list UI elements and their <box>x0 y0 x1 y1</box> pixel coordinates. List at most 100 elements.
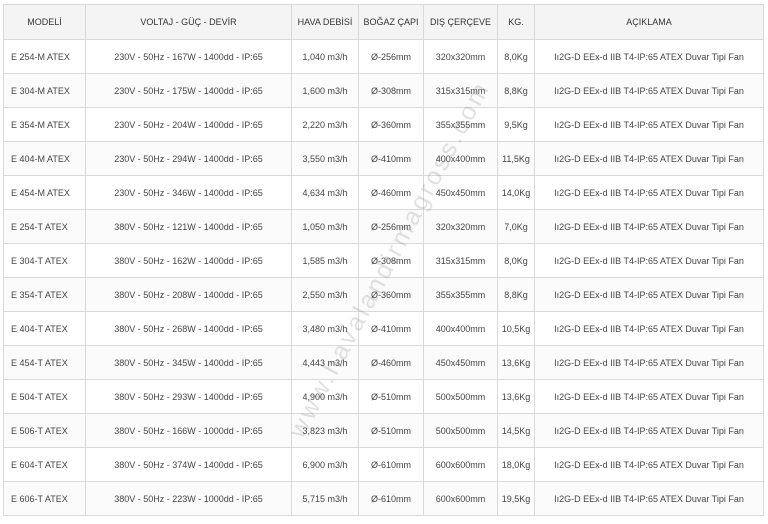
cell-model: E 504-T ATEX <box>3 379 86 414</box>
cell-description: Iı2G-D EEx-d IIB T4-IP:65 ATEX Duvar Tip… <box>534 481 764 516</box>
cell-weight: 14,0Kg <box>497 175 535 210</box>
cell-voltage-power-rpm: 230V - 50Hz - 204W - 1400dd - IP:65 <box>85 107 292 142</box>
cell-voltage-power-rpm: 380V - 50Hz - 268W - 1400dd - IP:65 <box>85 311 292 346</box>
cell-weight: 13,6Kg <box>497 345 535 380</box>
product-spec-table: MODELİ VOLTAJ - GÜÇ - DEVİR HAVA DEBİSİ … <box>3 4 764 516</box>
cell-model: E 404-T ATEX <box>3 311 86 346</box>
cell-airflow: 3,480 m3/h <box>291 311 359 346</box>
table-row: E 354-T ATEX 380V - 50Hz - 208W - 1400dd … <box>3 277 764 312</box>
cell-airflow: 4,900 m3/h <box>291 379 359 414</box>
cell-airflow: 1,040 m3/h <box>291 39 359 74</box>
cell-throat-diameter: Ø-460mm <box>358 175 424 210</box>
cell-description: Iı2G-D EEx-d IIB T4-IP:65 ATEX Duvar Tip… <box>534 345 764 380</box>
cell-weight: 8,0Kg <box>497 39 535 74</box>
cell-outer-frame: 600x600mm <box>423 481 498 516</box>
header-voltage-power-rpm: VOLTAJ - GÜÇ - DEVİR <box>85 4 292 40</box>
table-row: E 354-M ATEX 230V - 50Hz - 204W - 1400dd … <box>3 107 764 142</box>
table-row: E 404-T ATEX 380V - 50Hz - 268W - 1400dd … <box>3 311 764 346</box>
cell-model: E 354-T ATEX <box>3 277 86 312</box>
cell-model: E 304-M ATEX <box>3 73 86 108</box>
cell-outer-frame: 315x315mm <box>423 73 498 108</box>
cell-voltage-power-rpm: 380V - 50Hz - 293W - 1400dd - IP:65 <box>85 379 292 414</box>
cell-voltage-power-rpm: 230V - 50Hz - 346W - 1400dd - IP:65 <box>85 175 292 210</box>
table-row: E 606-T ATEX 380V - 50Hz - 223W - 1000dd … <box>3 481 764 516</box>
header-description: AÇIKLAMA <box>534 4 764 40</box>
cell-description: Iı2G-D EEx-d IIB T4-IP:65 ATEX Duvar Tip… <box>534 141 764 176</box>
table-row: E 254-M ATEX 230V - 50Hz - 167W - 1400dd … <box>3 39 764 74</box>
cell-throat-diameter: Ø-410mm <box>358 141 424 176</box>
cell-throat-diameter: Ø-410mm <box>358 311 424 346</box>
header-throat-diameter: BOĞAZ ÇAPI <box>358 4 424 40</box>
cell-airflow: 6,900 m3/h <box>291 447 359 482</box>
cell-weight: 10,5Kg <box>497 311 535 346</box>
cell-description: Iı2G-D EEx-d IIB T4-IP:65 ATEX Duvar Tip… <box>534 243 764 278</box>
cell-voltage-power-rpm: 380V - 50Hz - 223W - 1000dd - IP:65 <box>85 481 292 516</box>
cell-model: E 506-T ATEX <box>3 413 86 448</box>
cell-model: E 454-M ATEX <box>3 175 86 210</box>
table-row: E 254-T ATEX 380V - 50Hz - 121W - 1400dd … <box>3 209 764 244</box>
table-header-row: MODELİ VOLTAJ - GÜÇ - DEVİR HAVA DEBİSİ … <box>3 4 764 40</box>
cell-weight: 7,0Kg <box>497 209 535 244</box>
cell-voltage-power-rpm: 230V - 50Hz - 175W - 1400dd - IP:65 <box>85 73 292 108</box>
table-row: E 404-M ATEX 230V - 50Hz - 294W - 1400dd … <box>3 141 764 176</box>
cell-throat-diameter: Ø-510mm <box>358 379 424 414</box>
table-row: E 604-T ATEX 380V - 50Hz - 374W - 1400dd … <box>3 447 764 482</box>
header-model: MODELİ <box>3 4 86 40</box>
cell-throat-diameter: Ø-460mm <box>358 345 424 380</box>
cell-description: Iı2G-D EEx-d IIB T4-IP:65 ATEX Duvar Tip… <box>534 311 764 346</box>
cell-description: Iı2G-D EEx-d IIB T4-IP:65 ATEX Duvar Tip… <box>534 447 764 482</box>
table-row: E 506-T ATEX 380V - 50Hz - 166W - 1000dd … <box>3 413 764 448</box>
cell-weight: 14,5Kg <box>497 413 535 448</box>
table-row: E 504-T ATEX 380V - 50Hz - 293W - 1400dd … <box>3 379 764 414</box>
cell-throat-diameter: Ø-308mm <box>358 243 424 278</box>
cell-weight: 11,5Kg <box>497 141 535 176</box>
cell-voltage-power-rpm: 380V - 50Hz - 208W - 1400dd - IP:65 <box>85 277 292 312</box>
cell-weight: 13,6Kg <box>497 379 535 414</box>
cell-throat-diameter: Ø-610mm <box>358 481 424 516</box>
cell-description: Iı2G-D EEx-d IIB T4-IP:65 ATEX Duvar Tip… <box>534 413 764 448</box>
cell-airflow: 3,823 m3/h <box>291 413 359 448</box>
cell-outer-frame: 450x450mm <box>423 175 498 210</box>
cell-voltage-power-rpm: 380V - 50Hz - 166W - 1000dd - IP:65 <box>85 413 292 448</box>
cell-description: Iı2G-D EEx-d IIB T4-IP:65 ATEX Duvar Tip… <box>534 175 764 210</box>
cell-airflow: 3,550 m3/h <box>291 141 359 176</box>
cell-airflow: 5,715 m3/h <box>291 481 359 516</box>
cell-model: E 404-M ATEX <box>3 141 86 176</box>
cell-description: Iı2G-D EEx-d IIB T4-IP:65 ATEX Duvar Tip… <box>534 73 764 108</box>
cell-throat-diameter: Ø-256mm <box>358 39 424 74</box>
header-outer-frame: DIŞ ÇERÇEVE <box>423 4 498 40</box>
cell-voltage-power-rpm: 380V - 50Hz - 374W - 1400dd - IP:65 <box>85 447 292 482</box>
cell-model: E 254-T ATEX <box>3 209 86 244</box>
cell-outer-frame: 500x500mm <box>423 413 498 448</box>
cell-model: E 606-T ATEX <box>3 481 86 516</box>
cell-voltage-power-rpm: 230V - 50Hz - 167W - 1400dd - IP:65 <box>85 39 292 74</box>
cell-throat-diameter: Ø-360mm <box>358 277 424 312</box>
cell-airflow: 4,634 m3/h <box>291 175 359 210</box>
cell-model: E 354-M ATEX <box>3 107 86 142</box>
cell-airflow: 2,550 m3/h <box>291 277 359 312</box>
cell-model: E 454-T ATEX <box>3 345 86 380</box>
table-row: E 454-T ATEX 380V - 50Hz - 345W - 1400dd … <box>3 345 764 380</box>
cell-voltage-power-rpm: 230V - 50Hz - 294W - 1400dd - IP:65 <box>85 141 292 176</box>
cell-airflow: 1,585 m3/h <box>291 243 359 278</box>
cell-outer-frame: 500x500mm <box>423 379 498 414</box>
cell-throat-diameter: Ø-256mm <box>358 209 424 244</box>
header-airflow: HAVA DEBİSİ <box>291 4 359 40</box>
cell-model: E 254-M ATEX <box>3 39 86 74</box>
cell-outer-frame: 600x600mm <box>423 447 498 482</box>
cell-throat-diameter: Ø-308mm <box>358 73 424 108</box>
cell-description: Iı2G-D EEx-d IIB T4-IP:65 ATEX Duvar Tip… <box>534 107 764 142</box>
cell-airflow: 1,600 m3/h <box>291 73 359 108</box>
table-row: E 454-M ATEX 230V - 50Hz - 346W - 1400dd … <box>3 175 764 210</box>
cell-airflow: 4,443 m3/h <box>291 345 359 380</box>
cell-description: Iı2G-D EEx-d IIB T4-IP:65 ATEX Duvar Tip… <box>534 379 764 414</box>
cell-throat-diameter: Ø-610mm <box>358 447 424 482</box>
cell-outer-frame: 450x450mm <box>423 345 498 380</box>
table-row: E 304-M ATEX 230V - 50Hz - 175W - 1400dd … <box>3 73 764 108</box>
cell-throat-diameter: Ø-510mm <box>358 413 424 448</box>
cell-description: Iı2G-D EEx-d IIB T4-IP:65 ATEX Duvar Tip… <box>534 277 764 312</box>
cell-model: E 304-T ATEX <box>3 243 86 278</box>
cell-voltage-power-rpm: 380V - 50Hz - 121W - 1400dd - IP:65 <box>85 209 292 244</box>
cell-weight: 18,0Kg <box>497 447 535 482</box>
cell-airflow: 1,050 m3/h <box>291 209 359 244</box>
